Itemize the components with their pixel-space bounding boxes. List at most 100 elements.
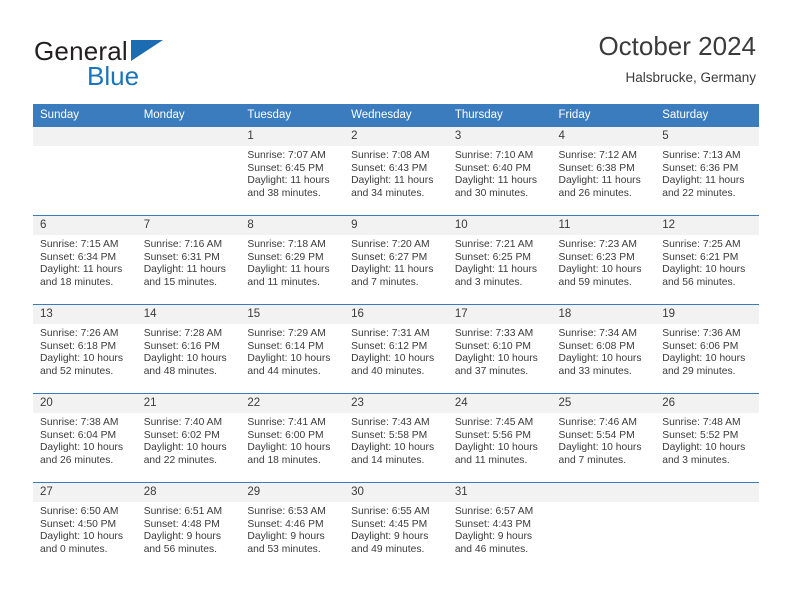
sunset-text: Sunset: 5:56 PM: [454, 429, 531, 441]
daylight-text: and 40 minutes.: [351, 365, 425, 377]
day-cell[interactable]: 22 Sunrise: 7:41 AM Sunset: 6:00 PM Dayligh…: [240, 393, 345, 482]
sun-info: Sunrise: 7:21 AM Sunset: 6:25 PM Daylight:…: [448, 235, 552, 289]
day-number: 22: [240, 394, 345, 413]
daylight-text: and 56 minutes.: [662, 276, 736, 288]
day-cell[interactable]: 29 Sunrise: 6:53 AM Sunset: 4:46 PM Dayligh…: [240, 482, 345, 571]
day-cell[interactable]: 15 Sunrise: 7:29 AM Sunset: 6:14 PM Dayligh…: [240, 304, 345, 393]
day-number: 20: [33, 394, 137, 413]
brand-logo[interactable]: General Blue: [34, 36, 244, 92]
calendar-cell: 31 Sunrise: 6:57 AM Sunset: 4:43 PM Dayligh…: [447, 482, 552, 571]
day-cell[interactable]: 25 Sunrise: 7:46 AM Sunset: 5:54 PM Dayligh…: [551, 393, 656, 482]
day-cell[interactable]: 24 Sunrise: 7:45 AM Sunset: 5:56 PM Dayligh…: [447, 393, 552, 482]
sun-info: Sunrise: 7:08 AM Sunset: 6:43 PM Daylight:…: [344, 146, 448, 200]
day-number: 23: [344, 394, 448, 413]
day-cell[interactable]: 14 Sunrise: 7:28 AM Sunset: 6:16 PM Dayligh…: [136, 304, 241, 393]
daylight-text: and 11 minutes.: [454, 454, 528, 466]
daylight-text: and 11 minutes.: [247, 276, 320, 288]
sunset-text: Sunset: 6:21 PM: [662, 251, 739, 263]
day-cell[interactable]: 13 Sunrise: 7:26 AM Sunset: 6:18 PM Dayligh…: [33, 304, 137, 393]
day-cell[interactable]: 2 Sunrise: 7:08 AM Sunset: 6:43 PM Daylight…: [344, 126, 448, 215]
daylight-text: Daylight: 10 hours: [558, 353, 642, 365]
sunrise-text: Sunrise: 7:20 AM: [351, 239, 430, 250]
calendar-cell: 24 Sunrise: 7:45 AM Sunset: 5:56 PM Dayligh…: [447, 393, 552, 482]
day-cell[interactable]: 7 Sunrise: 7:16 AM Sunset: 6:31 PM Daylight…: [136, 215, 241, 304]
sunset-text: Sunset: 6:08 PM: [558, 340, 635, 352]
sunset-text: Sunset: 6:02 PM: [143, 429, 220, 441]
day-cell[interactable]: 12 Sunrise: 7:25 AM Sunset: 6:21 PM Dayligh…: [655, 215, 759, 304]
daylight-text: Daylight: 11 hours: [351, 175, 434, 187]
empty-day-cell: [551, 482, 656, 571]
day-number: 5: [655, 127, 759, 146]
page-title: October 2024: [598, 31, 756, 61]
daylight-text: Daylight: 9 hours: [454, 531, 533, 543]
sunset-text: Sunset: 6:06 PM: [662, 340, 739, 352]
daylight-text: Daylight: 10 hours: [662, 442, 746, 454]
sun-info: Sunrise: 7:41 AM Sunset: 6:00 PM Daylight:…: [240, 413, 344, 467]
sunrise-text: Sunrise: 7:46 AM: [558, 417, 637, 428]
day-number: 24: [447, 394, 552, 413]
day-cell[interactable]: 4 Sunrise: 7:12 AM Sunset: 6:38 PM Daylight…: [551, 126, 656, 215]
day-cell[interactable]: 11 Sunrise: 7:23 AM Sunset: 6:23 PM Dayligh…: [551, 215, 656, 304]
daylight-text: Daylight: 10 hours: [247, 442, 331, 454]
day-cell[interactable]: 26 Sunrise: 7:48 AM Sunset: 5:52 PM Dayligh…: [655, 393, 759, 482]
day-cell[interactable]: 9 Sunrise: 7:20 AM Sunset: 6:27 PM Daylight…: [344, 215, 448, 304]
weekday-headers: Sunday Monday Tuesday Wednesday Thursday Frid…: [33, 104, 759, 126]
day-cell[interactable]: 8 Sunrise: 7:18 AM Sunset: 6:29 PM Daylight…: [240, 215, 345, 304]
day-cell[interactable]: 21 Sunrise: 7:40 AM Sunset: 6:02 PM Dayligh…: [136, 393, 241, 482]
empty-day-cell: [655, 482, 759, 571]
calendar-header-row: Sunday Monday Tuesday Wednesday Thursday Frid…: [33, 104, 759, 126]
daylight-text: Daylight: 11 hours: [454, 264, 538, 276]
day-cell[interactable]: 6 Sunrise: 7:15 AM Sunset: 6:34 PM Daylight…: [33, 215, 137, 304]
daylight-text: and 46 minutes.: [454, 543, 529, 555]
day-cell[interactable]: 23 Sunrise: 7:43 AM Sunset: 5:58 PM Dayligh…: [344, 393, 448, 482]
empty-day-cell: [33, 126, 137, 215]
sunrise-text: Sunrise: 7:21 AM: [454, 239, 534, 250]
sun-info: Sunrise: 7:38 AM Sunset: 6:04 PM Daylight:…: [33, 413, 137, 467]
day-number: 26: [655, 394, 759, 413]
sun-info: Sunrise: 7:15 AM Sunset: 6:34 PM Daylight:…: [33, 235, 137, 289]
sunset-text: Sunset: 6:18 PM: [40, 340, 117, 352]
sunrise-text: Sunrise: 7:45 AM: [454, 417, 534, 428]
sun-info: Sunrise: 7:33 AM Sunset: 6:10 PM Daylight:…: [448, 324, 552, 378]
sunset-text: Sunset: 4:48 PM: [143, 518, 220, 530]
daylight-text: and 34 minutes.: [351, 187, 425, 199]
daylight-text: Daylight: 11 hours: [558, 175, 641, 187]
sun-info: Sunrise: 7:18 AM Sunset: 6:29 PM Daylight:…: [240, 235, 344, 289]
sunrise-text: Sunrise: 7:48 AM: [662, 417, 741, 428]
day-cell[interactable]: 28 Sunrise: 6:51 AM Sunset: 4:48 PM Dayligh…: [136, 482, 241, 571]
day-number: 28: [136, 483, 241, 502]
day-cell[interactable]: 5 Sunrise: 7:13 AM Sunset: 6:36 PM Daylight…: [655, 126, 759, 215]
day-cell[interactable]: 18 Sunrise: 7:34 AM Sunset: 6:08 PM Dayligh…: [551, 304, 656, 393]
daylight-text: Daylight: 10 hours: [143, 442, 227, 454]
daylight-text: and 26 minutes.: [40, 454, 114, 466]
daylight-text: Daylight: 10 hours: [40, 353, 123, 365]
sunrise-text: Sunrise: 7:07 AM: [247, 150, 326, 161]
calendar-cell: [655, 482, 759, 571]
sunset-text: Sunset: 6:38 PM: [558, 162, 635, 174]
weekday-header-wednesday: Wednesday: [344, 104, 448, 126]
day-cell[interactable]: 19 Sunrise: 7:36 AM Sunset: 6:06 PM Dayligh…: [655, 304, 759, 393]
sun-info: Sunrise: 7:16 AM Sunset: 6:31 PM Daylight:…: [137, 235, 241, 289]
day-cell[interactable]: 17 Sunrise: 7:33 AM Sunset: 6:10 PM Dayligh…: [447, 304, 552, 393]
day-cell[interactable]: 27 Sunrise: 6:50 AM Sunset: 4:50 PM Dayligh…: [33, 482, 137, 571]
day-cell[interactable]: 1 Sunrise: 7:07 AM Sunset: 6:45 PM Daylight…: [240, 126, 345, 215]
weekday-header-saturday: Saturday: [655, 104, 759, 126]
day-cell[interactable]: 20 Sunrise: 7:38 AM Sunset: 6:04 PM Dayligh…: [33, 393, 137, 482]
daylight-text: Daylight: 10 hours: [454, 442, 538, 454]
daylight-text: and 14 minutes.: [351, 454, 425, 466]
calendar-cell: 3 Sunrise: 7:10 AM Sunset: 6:40 PM Daylight…: [447, 126, 552, 215]
day-cell[interactable]: 10 Sunrise: 7:21 AM Sunset: 6:25 PM Dayligh…: [447, 215, 552, 304]
day-number: [655, 483, 759, 502]
day-cell[interactable]: 30 Sunrise: 6:55 AM Sunset: 4:45 PM Dayligh…: [344, 482, 448, 571]
calendar-week-row: 13 Sunrise: 7:26 AM Sunset: 6:18 PM Dayligh…: [33, 304, 759, 393]
day-cell[interactable]: 3 Sunrise: 7:10 AM Sunset: 6:40 PM Daylight…: [447, 126, 552, 215]
calendar-cell: 8 Sunrise: 7:18 AM Sunset: 6:29 PM Daylight…: [240, 215, 345, 304]
day-cell[interactable]: 16 Sunrise: 7:31 AM Sunset: 6:12 PM Dayligh…: [344, 304, 448, 393]
sun-info: Sunrise: 6:57 AM Sunset: 4:43 PM Daylight:…: [448, 502, 552, 556]
calendar-cell: 18 Sunrise: 7:34 AM Sunset: 6:08 PM Dayligh…: [551, 304, 656, 393]
sunset-text: Sunset: 6:29 PM: [247, 251, 324, 263]
day-cell[interactable]: 31 Sunrise: 6:57 AM Sunset: 4:43 PM Dayligh…: [447, 482, 552, 571]
calendar-cell: 10 Sunrise: 7:21 AM Sunset: 6:25 PM Dayligh…: [447, 215, 552, 304]
daylight-text: Daylight: 10 hours: [351, 442, 435, 454]
day-number: 2: [344, 127, 448, 146]
